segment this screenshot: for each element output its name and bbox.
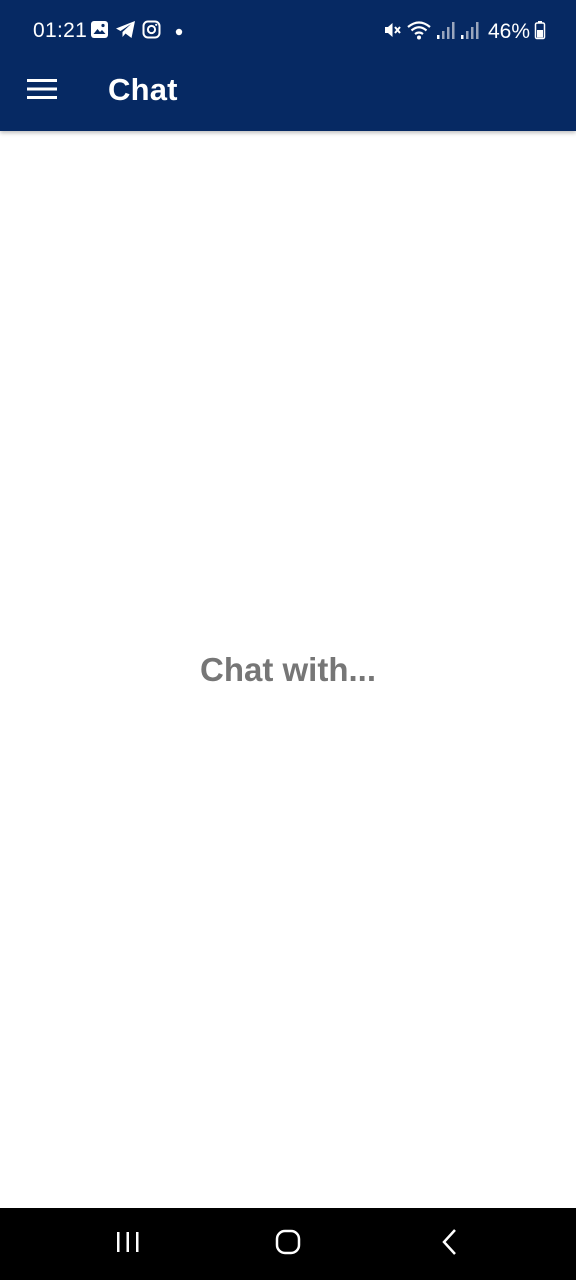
system-status-icons: 46%: [382, 19, 546, 45]
back-button[interactable]: [420, 1220, 480, 1268]
home-icon: [275, 1229, 301, 1260]
home-button[interactable]: [258, 1220, 318, 1268]
back-icon: [440, 1228, 460, 1261]
empty-state-text: Chat with...: [200, 651, 376, 688]
screen: 01:21 46% Chat Chat with...: [0, 0, 576, 1280]
signal-icon: [460, 20, 480, 45]
battery-icon: [534, 20, 546, 45]
signal-icon: [436, 20, 456, 45]
mute-icon: [382, 20, 402, 45]
page-title: Chat: [108, 72, 178, 107]
system-navigation-bar: [0, 1208, 576, 1280]
hamburger-menu-icon: [27, 78, 57, 105]
dot-icon: [175, 23, 183, 41]
app-bar: 01:21 46% Chat: [0, 0, 576, 131]
instagram-icon: [142, 20, 161, 44]
wifi-icon: [406, 19, 432, 46]
recents-button[interactable]: [98, 1220, 158, 1268]
telegram-icon: [115, 20, 136, 44]
toolbar: Chat: [0, 62, 576, 131]
status-bar: 01:21 46%: [0, 0, 576, 62]
recents-icon: [115, 1230, 141, 1259]
status-time: 01:21: [33, 19, 88, 42]
menu-button[interactable]: [18, 67, 66, 115]
gallery-icon: [90, 20, 109, 44]
notification-icons: [90, 20, 183, 44]
battery-percentage: 46%: [487, 20, 530, 43]
